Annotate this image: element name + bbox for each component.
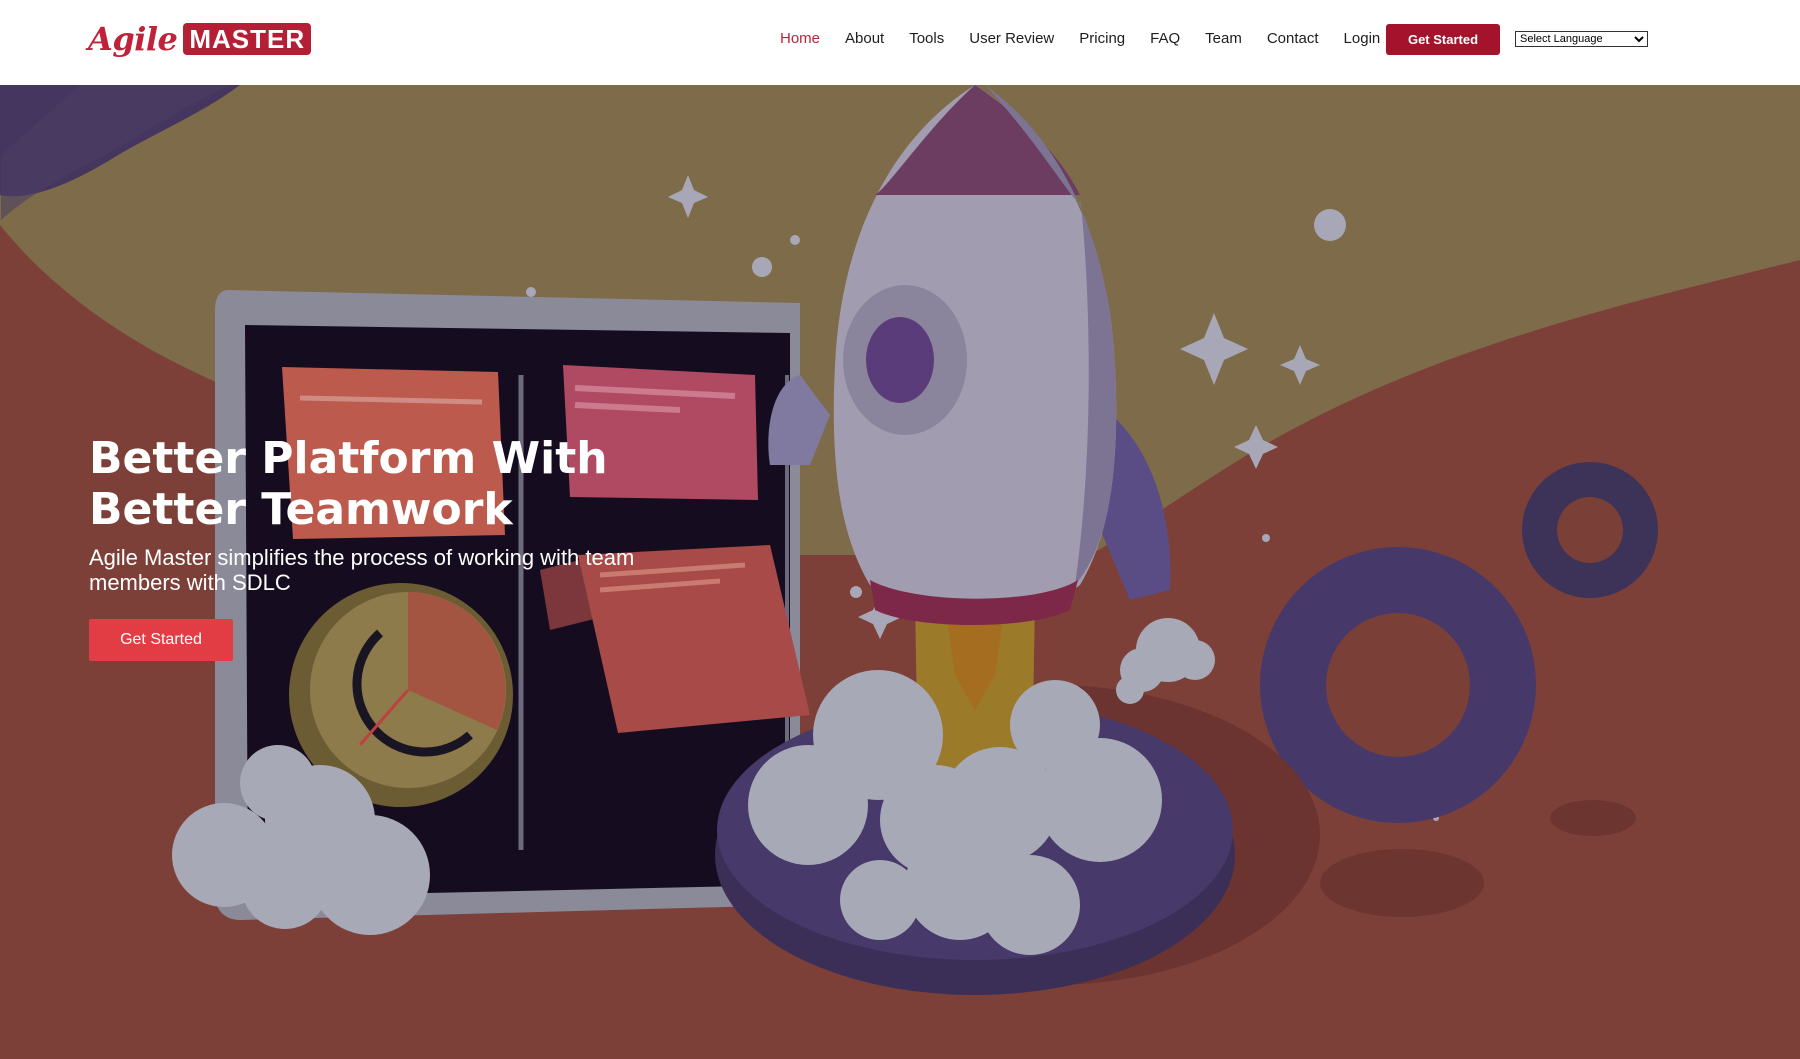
cloud-puff (980, 855, 1080, 955)
cloud-puff (1038, 738, 1162, 862)
dot-icon (850, 586, 862, 598)
dot-icon (1262, 534, 1270, 542)
nav-user-review[interactable]: User Review (969, 30, 1054, 47)
cloud-puff (241, 841, 329, 929)
dot-icon (752, 257, 772, 277)
small-gear-hole (1557, 497, 1623, 563)
nav-tools[interactable]: Tools (909, 30, 944, 47)
gear-shadow (1320, 849, 1484, 917)
hero-title: Better Platform With Better Teamwork (89, 433, 608, 535)
hero-text-block: Better Platform With Better Teamwork Agi… (89, 433, 789, 595)
header-get-started-button[interactable]: Get Started (1386, 24, 1500, 55)
nav-home[interactable]: Home (780, 30, 820, 47)
nav-about[interactable]: About (845, 30, 884, 47)
site-header: Agile MASTER Home About Tools User Revie… (0, 0, 1800, 85)
logo-box-text: MASTER (183, 23, 312, 55)
dot-icon (526, 287, 536, 297)
rocket-window (866, 317, 934, 403)
gear-shadow (1550, 800, 1636, 836)
nav-pricing[interactable]: Pricing (1079, 30, 1125, 47)
large-gear-hole (1326, 613, 1470, 757)
logo-script-text: Agile (88, 20, 178, 58)
hero-section: Better Platform With Better Teamwork Agi… (0, 85, 1800, 1059)
hero-subtitle: Agile Master simplifies the process of w… (89, 545, 635, 595)
main-nav: Home About Tools User Review Pricing FAQ… (780, 30, 1405, 47)
cloud-puff (1116, 676, 1144, 704)
nav-team[interactable]: Team (1205, 30, 1242, 47)
language-select[interactable]: Select Language (1515, 31, 1648, 47)
nav-contact[interactable]: Contact (1267, 30, 1319, 47)
dot-icon (1314, 209, 1346, 241)
nav-faq[interactable]: FAQ (1150, 30, 1180, 47)
hero-get-started-button[interactable]: Get Started (89, 619, 233, 661)
cloud-puff (1175, 640, 1215, 680)
nav-login[interactable]: Login (1344, 30, 1381, 47)
agile-master-logo[interactable]: Agile MASTER (88, 20, 312, 58)
dot-icon (790, 235, 800, 245)
cloud-puff (310, 815, 430, 935)
